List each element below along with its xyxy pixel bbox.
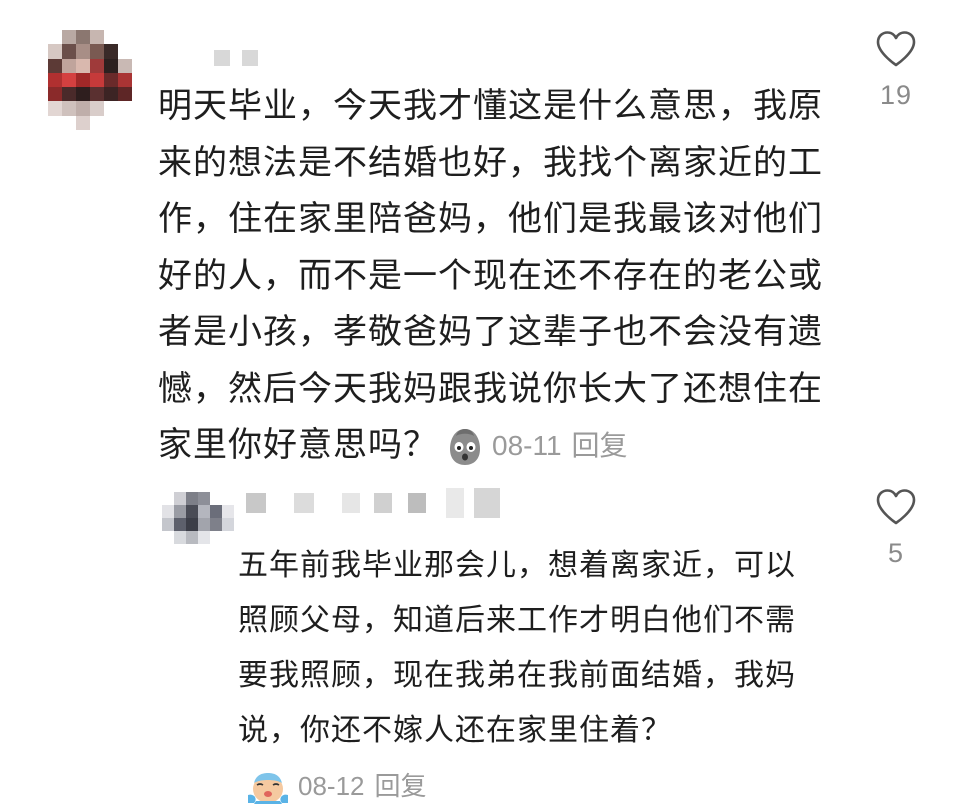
- like-button[interactable]: 5: [866, 488, 926, 569]
- reply-text: 五年前我毕业那会儿，想着离家近，可以照顾父母，知道后来工作才明白他们不需要我照顾…: [238, 548, 796, 748]
- commenter-avatar[interactable]: [48, 30, 132, 131]
- comment-text: 明天毕业，今天我才懂这是什么意思，我原来的想法是不结婚也好，我找个离家近的工作，…: [158, 86, 823, 465]
- like-count: 5: [887, 538, 905, 568]
- reply-button[interactable]: 回复: [572, 418, 628, 475]
- replier-avatar[interactable]: [162, 492, 234, 544]
- like-count: 19: [879, 80, 913, 110]
- heart-outline-icon[interactable]: [875, 488, 917, 526]
- heart-outline-icon[interactable]: [875, 30, 917, 68]
- comment-meta: 08-11 回复: [446, 418, 628, 475]
- comment-thread: 明天毕业，今天我才懂这是什么意思，我原来的想法是不结婚也好，我找个离家近的工作，…: [0, 0, 960, 809]
- grimacing-face-emoji-icon: [450, 428, 480, 465]
- reply-date: 08-12: [298, 771, 365, 801]
- comment-date: 08-11: [492, 430, 562, 462]
- reply-button[interactable]: 回复: [375, 759, 427, 809]
- replier-name[interactable]: [246, 488, 500, 518]
- reply-body: 五年前我毕业那会儿，想着离家近，可以照顾父母，知道后来工作才明白他们不需要我照顾…: [238, 538, 818, 809]
- commenter-name[interactable]: [214, 50, 258, 66]
- crying-face-emoji-icon: [248, 772, 288, 804]
- reply-meta: 08-12 回复: [246, 759, 427, 809]
- comment-body: 明天毕业，今天我才懂这是什么意思，我原来的想法是不结婚也好，我找个离家近的工作，…: [158, 78, 838, 475]
- like-button[interactable]: 19: [866, 30, 926, 111]
